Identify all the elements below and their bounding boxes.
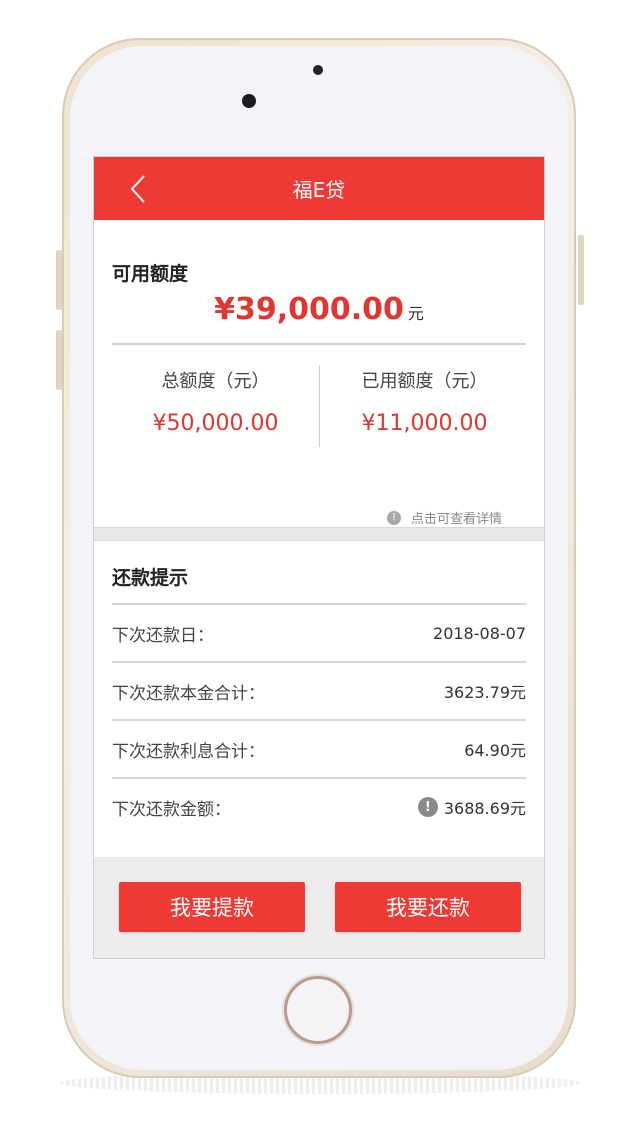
row-label: 下次还款利息合计： bbox=[112, 741, 265, 762]
used-credit[interactable]: 已用额度（元） ¥11,000.00 bbox=[321, 343, 528, 436]
row-value-text: 3623.79元 bbox=[443, 683, 526, 702]
repayment-card: 还款提示 下次还款日： 2018-08-07 下次还款本金合计： 3623.79… bbox=[94, 541, 544, 900]
vertical-divider bbox=[319, 365, 320, 447]
detail-hint[interactable]: ! 点击可查看详情 bbox=[386, 508, 502, 527]
chevron-left-icon bbox=[130, 175, 145, 203]
row-value-text: 2018-08-07 bbox=[433, 623, 526, 643]
row-value: 64.90元 bbox=[464, 737, 526, 761]
list-item: 下次还款本金合计： 3623.79元 bbox=[112, 661, 526, 719]
row-value-text: 3688.69元 bbox=[443, 799, 526, 818]
withdraw-button[interactable]: 我要提款 bbox=[119, 882, 305, 932]
row-label: 下次还款本金合计： bbox=[112, 683, 265, 704]
available-amount-value: ¥39,000.00 bbox=[214, 292, 404, 327]
detail-hint-text: 点击可查看详情 bbox=[410, 512, 502, 527]
repayment-list: 下次还款日： 2018-08-07 下次还款本金合计： 3623.79元 下次还… bbox=[112, 603, 526, 835]
page-title: 福E贷 bbox=[292, 178, 346, 202]
section-separator bbox=[94, 527, 544, 541]
available-credit-label: 可用额度 bbox=[112, 263, 189, 285]
list-item: 下次还款利息合计： 64.90元 bbox=[112, 719, 526, 777]
credit-card: 可用额度 ¥39,000.00 元 总额度（元） ¥50,000.00 已用额度（… bbox=[94, 220, 544, 527]
front-camera bbox=[242, 94, 256, 108]
row-value: 3623.79元 bbox=[444, 679, 526, 703]
total-credit-label: 总额度（元） bbox=[161, 371, 270, 392]
repay-button[interactable]: 我要还款 bbox=[335, 882, 521, 932]
row-label: 下次还款金额： bbox=[112, 799, 231, 820]
used-credit-label: 已用额度（元） bbox=[361, 371, 488, 392]
info-icon: ! bbox=[386, 510, 401, 525]
total-credit: 总额度（元） ¥50,000.00 bbox=[112, 343, 319, 436]
row-value: 2018-08-07 bbox=[433, 624, 526, 643]
available-credit-amount: ¥39,000.00 元 bbox=[94, 292, 544, 327]
back-button[interactable] bbox=[120, 171, 156, 207]
available-amount-unit: 元 bbox=[407, 304, 424, 323]
app-screen: 福E贷 可用额度 ¥39,000.00 元 总额度（元） ¥50,000.00 已… bbox=[93, 156, 545, 959]
used-credit-value: ¥11,000.00 bbox=[361, 411, 488, 436]
home-button[interactable] bbox=[284, 976, 352, 1044]
power-button bbox=[578, 235, 584, 305]
row-label: 下次还款日： bbox=[112, 625, 214, 646]
exclamation-circle-icon[interactable]: ! bbox=[417, 797, 438, 817]
list-item: 下次还款日： 2018-08-07 bbox=[112, 603, 526, 661]
total-credit-value: ¥50,000.00 bbox=[152, 411, 279, 436]
phone-sensor bbox=[313, 65, 323, 75]
action-bar: 我要提款 我要还款 bbox=[94, 857, 544, 958]
row-value: ! 3688.69元 bbox=[417, 795, 526, 819]
list-item: 下次还款金额： ! 3688.69元 bbox=[112, 777, 526, 835]
row-value-text: 64.90元 bbox=[464, 741, 526, 760]
repayment-title: 还款提示 bbox=[112, 567, 189, 589]
nav-header: 福E贷 bbox=[94, 157, 544, 220]
